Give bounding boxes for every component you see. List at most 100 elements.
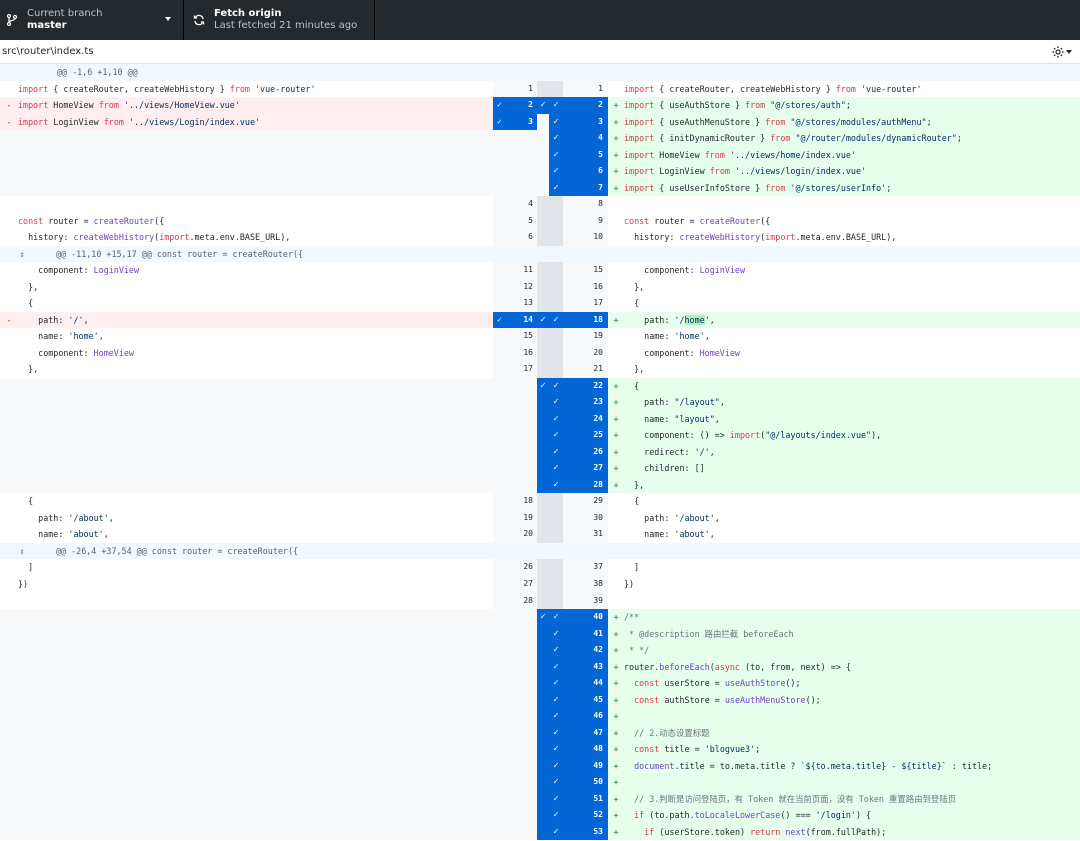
- line-checkbox[interactable]: 41: [563, 625, 608, 643]
- diff-row[interactable]: ✓ 52 + if (to.path.toLocaleLowerCase() =…: [0, 807, 1080, 824]
- current-branch-button[interactable]: Current branch master: [0, 0, 184, 40]
- diff-row[interactable]: ✓ 47 + // 2.动态设置标题: [0, 724, 1080, 742]
- line-checkbox[interactable]: 49: [563, 757, 608, 775]
- line-checkbox[interactable]: 25: [563, 427, 608, 444]
- diff-row[interactable]: ✓ 43 + router.beforeEach(async (to, from,…: [0, 658, 1080, 676]
- hunk-header[interactable]: ⇕ @@ -26,4 +37,54 @@ const router = creat…: [0, 542, 1080, 560]
- line-checkbox[interactable]: 5: [563, 146, 608, 164]
- diff-row[interactable]: path: '/about', 19 30 path: '/about',: [0, 509, 1080, 527]
- check-icon[interactable]: ✓: [549, 146, 563, 164]
- line-checkbox[interactable]: 42: [563, 642, 608, 659]
- check-icon[interactable]: ✓: [549, 130, 563, 147]
- line-checkbox[interactable]: 28: [563, 476, 608, 494]
- diff-row[interactable]: ✓ 53 + if (userStore.token) return next(…: [0, 823, 1080, 841]
- diff-row[interactable]: { 18 29 {: [0, 493, 1080, 510]
- check-icon[interactable]: ✓: [549, 807, 563, 824]
- check-icon[interactable]: ✓: [549, 443, 563, 461]
- check-icon[interactable]: ✓: [549, 113, 563, 131]
- check-icon[interactable]: ✓: [549, 311, 563, 329]
- diff-row[interactable]: component: HomeView 16 20 component: Hom…: [0, 344, 1080, 362]
- check-icon[interactable]: ✓: [537, 97, 549, 114]
- line-checkbox[interactable]: 50: [563, 774, 608, 791]
- diff-row[interactable]: ✓ 42 + * */: [0, 642, 1080, 659]
- check-icon[interactable]: ✓: [549, 724, 563, 742]
- line-checkbox[interactable]: ✓ 14: [493, 311, 537, 329]
- check-icon[interactable]: ✓: [549, 460, 563, 477]
- check-icon[interactable]: ✓: [549, 427, 563, 444]
- diff-row[interactable]: component: LoginView 11 15 component: Lo…: [0, 262, 1080, 279]
- diff-row[interactable]: ✓ 50 +: [0, 774, 1080, 791]
- diff-row[interactable]: ✓ 41 + * @description 路由拦截 beforeEach: [0, 625, 1080, 643]
- check-icon[interactable]: ✓: [537, 609, 549, 626]
- check-icon[interactable]: ✓: [537, 377, 549, 395]
- line-checkbox[interactable]: 7: [563, 179, 608, 197]
- check-icon[interactable]: ✓: [549, 476, 563, 494]
- check-icon[interactable]: ✓: [549, 741, 563, 758]
- diff-row[interactable]: }) 27 38 }): [0, 575, 1080, 593]
- diff-row[interactable]: ✓ 48 + const title = 'blogvue3';: [0, 741, 1080, 758]
- line-checkbox[interactable]: 52: [563, 807, 608, 824]
- diff-row[interactable]: ✓ ✓ 40 +/**: [0, 609, 1080, 626]
- diff-row[interactable]: ✓ 44 + const userStore = useAuthStore();: [0, 675, 1080, 692]
- diff-row[interactable]: ✓ 27 + children: []: [0, 460, 1080, 477]
- diff-row[interactable]: ✓ 49 + document.title = to.meta.title ? …: [0, 757, 1080, 775]
- check-icon[interactable]: ✓: [549, 410, 563, 428]
- hunk-header[interactable]: ⇕ @@ -11,10 +15,17 @@ const router = crea…: [0, 245, 1080, 263]
- check-icon[interactable]: ✓: [549, 774, 563, 791]
- line-checkbox[interactable]: 22: [563, 377, 608, 395]
- diff-row[interactable]: ✓ 24 + name: "layout",: [0, 410, 1080, 428]
- diff-row[interactable]: - path: '/', ✓ 14 ✓ ✓ 18 + path: '/home',: [0, 311, 1080, 329]
- diff-row[interactable]: ✓ 5 + import HomeView from '../views/home…: [0, 146, 1080, 164]
- line-checkbox[interactable]: ✓ 2: [493, 97, 537, 114]
- line-checkbox[interactable]: 3: [563, 113, 608, 131]
- check-icon[interactable]: ✓: [537, 311, 549, 329]
- check-icon[interactable]: ✓: [549, 675, 563, 692]
- diff-row[interactable]: ✓ 6 + import LoginView from '../views/log…: [0, 163, 1080, 180]
- line-checkbox[interactable]: 23: [563, 394, 608, 411]
- diff-row[interactable]: { 13 17 {: [0, 295, 1080, 312]
- diff-row[interactable]: name: 'about', 20 31 name: 'about',: [0, 526, 1080, 543]
- diff-row[interactable]: - import LoginView from '../views/Login/i…: [0, 113, 1080, 131]
- diff-row[interactable]: 4 8: [0, 196, 1080, 213]
- check-icon[interactable]: ✓: [549, 394, 563, 411]
- check-icon[interactable]: ✓: [549, 708, 563, 725]
- diff-row[interactable]: - import HomeView from '../views/HomeView…: [0, 97, 1080, 114]
- line-checkbox[interactable]: 27: [563, 460, 608, 477]
- diff-row[interactable]: }, 17 21 },: [0, 361, 1080, 378]
- line-checkbox[interactable]: 47: [563, 724, 608, 742]
- line-checkbox[interactable]: 44: [563, 675, 608, 692]
- line-checkbox[interactable]: 24: [563, 410, 608, 428]
- check-icon[interactable]: ✓: [549, 658, 563, 676]
- diff-row[interactable]: ] 26 37 ]: [0, 559, 1080, 576]
- expand-icon[interactable]: ⇕: [13, 246, 31, 263]
- line-checkbox[interactable]: 40: [563, 609, 608, 626]
- line-checkbox[interactable]: 48: [563, 741, 608, 758]
- check-icon[interactable]: ✓: [549, 179, 563, 197]
- line-checkbox[interactable]: 45: [563, 691, 608, 709]
- diff-row[interactable]: 28 39: [0, 592, 1080, 610]
- check-icon[interactable]: ✓: [549, 691, 563, 709]
- check-icon[interactable]: ✓: [549, 642, 563, 659]
- check-icon[interactable]: ✓: [549, 823, 563, 841]
- expand-icon[interactable]: ⇕: [13, 543, 31, 560]
- line-checkbox[interactable]: 6: [563, 163, 608, 180]
- diff-row[interactable]: ✓ 45 + const authStore = useAuthMenuStor…: [0, 691, 1080, 709]
- diff-row[interactable]: name: 'home', 15 19 name: 'home',: [0, 328, 1080, 345]
- line-checkbox[interactable]: 53: [563, 823, 608, 841]
- diff-row[interactable]: ✓ 25 + component: () => import("@/layout…: [0, 427, 1080, 444]
- diff-row[interactable]: ✓ 4 + import { initDynamicRouter } from "…: [0, 130, 1080, 147]
- line-checkbox[interactable]: 26: [563, 443, 608, 461]
- diff-row[interactable]: ✓ 7 + import { useUserInfoStore } from '@…: [0, 179, 1080, 197]
- diff-row[interactable]: const router = createRouter({ 5 9 const …: [0, 212, 1080, 230]
- diff-row[interactable]: }, 12 16 },: [0, 278, 1080, 296]
- diff-row[interactable]: ✓ 23 + path: "/layout",: [0, 394, 1080, 411]
- check-icon[interactable]: ✓: [549, 97, 563, 114]
- line-checkbox[interactable]: 4: [563, 130, 608, 147]
- diff-row[interactable]: import { createRouter, createWebHistory …: [0, 80, 1080, 98]
- line-checkbox[interactable]: ✓ 3: [493, 113, 537, 131]
- line-checkbox[interactable]: 2: [563, 97, 608, 114]
- diff-row[interactable]: ✓ 26 + redirect: '/',: [0, 443, 1080, 461]
- fetch-origin-button[interactable]: Fetch origin Last fetched 21 minutes ago: [184, 0, 375, 40]
- check-icon[interactable]: ✓: [549, 625, 563, 643]
- line-checkbox[interactable]: 46: [563, 708, 608, 725]
